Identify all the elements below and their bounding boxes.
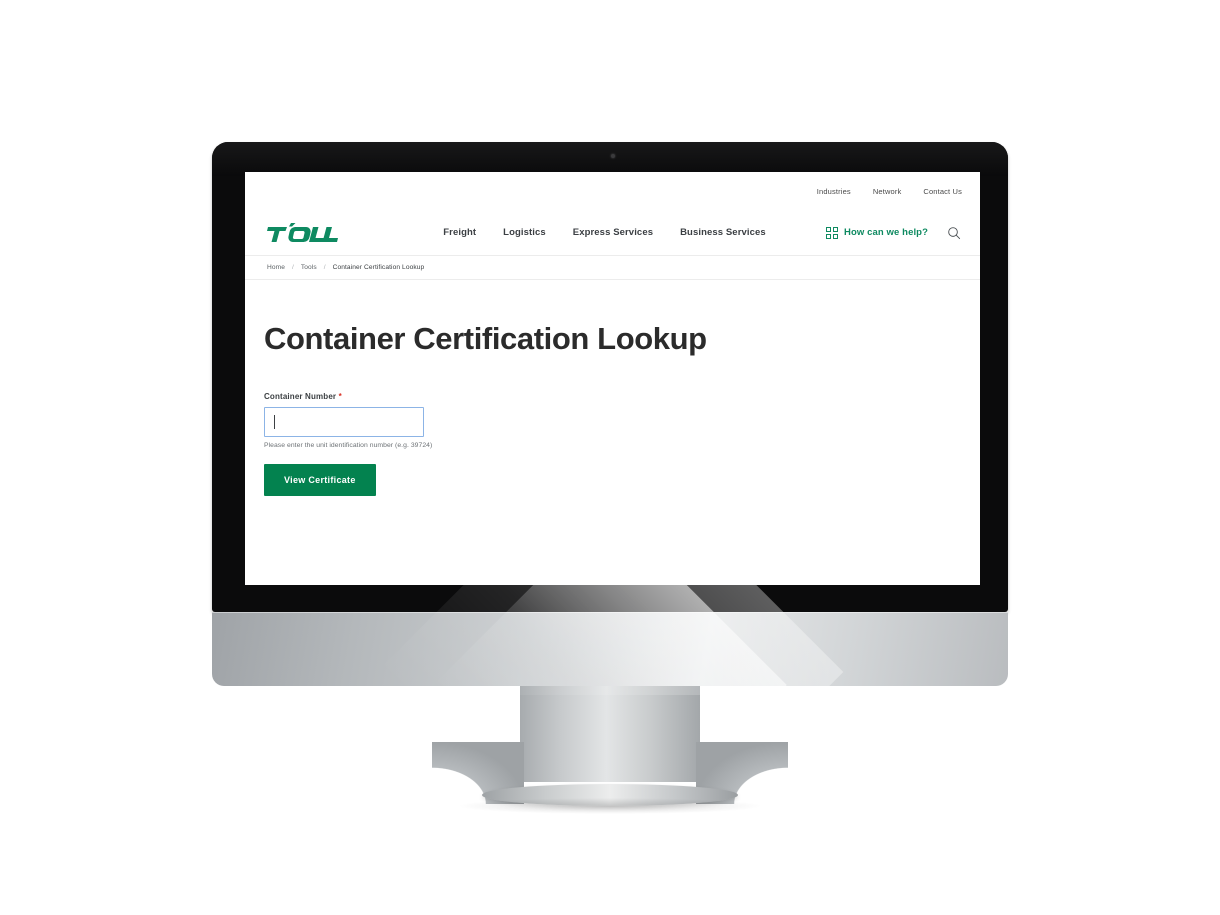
breadcrumb-item-current: Container Certification Lookup bbox=[332, 264, 425, 271]
breadcrumb: Home / Tools / Container Certification L… bbox=[245, 256, 980, 280]
container-number-input-wrap bbox=[264, 407, 424, 438]
page-title: Container Certification Lookup bbox=[264, 321, 707, 356]
container-number-help-text: Please enter the unit identification num… bbox=[264, 442, 433, 450]
monitor-chin bbox=[212, 612, 1008, 686]
primary-nav: Freight Logistics Express Services Busin… bbox=[383, 227, 826, 238]
container-number-field-group: Container Number * Please enter the unit… bbox=[264, 392, 433, 497]
monitor-base-shadow bbox=[460, 798, 760, 814]
nav-link-freight[interactable]: Freight bbox=[443, 227, 476, 238]
nav-link-express-services[interactable]: Express Services bbox=[573, 227, 653, 238]
nav-link-business-services[interactable]: Business Services bbox=[680, 227, 766, 238]
how-can-we-help-button[interactable]: How can we help? bbox=[826, 226, 928, 239]
utility-nav: Industries Network Contact Us bbox=[817, 187, 962, 196]
search-icon[interactable] bbox=[946, 225, 962, 241]
breadcrumb-separator: / bbox=[323, 264, 326, 271]
how-can-we-help-label: How can we help? bbox=[844, 227, 928, 238]
main-content: Container Certification Lookup Container… bbox=[245, 280, 980, 497]
breadcrumb-item-home[interactable]: Home bbox=[267, 264, 285, 271]
monitor-stand-neck bbox=[520, 686, 700, 782]
required-marker: * bbox=[338, 392, 342, 402]
nav-link-logistics[interactable]: Logistics bbox=[503, 227, 546, 238]
breadcrumb-separator: / bbox=[292, 264, 294, 271]
toll-logo[interactable] bbox=[267, 222, 345, 243]
header-actions: How can we help? bbox=[826, 225, 962, 241]
utility-link-contact-us[interactable]: Contact Us bbox=[923, 187, 962, 196]
utility-link-industries[interactable]: Industries bbox=[817, 187, 851, 196]
view-certificate-button[interactable]: View Certificate bbox=[264, 464, 376, 497]
utility-link-network[interactable]: Network bbox=[873, 187, 902, 196]
text-cursor bbox=[274, 415, 275, 430]
container-number-input[interactable] bbox=[264, 407, 424, 438]
container-number-label: Container Number * bbox=[264, 392, 424, 401]
container-number-label-text: Container Number bbox=[264, 392, 337, 402]
monitor-screen: Industries Network Contact Us Freight Lo… bbox=[245, 172, 980, 585]
webcam-dot-icon bbox=[611, 154, 615, 158]
breadcrumb-item-tools[interactable]: Tools bbox=[301, 264, 317, 271]
desktop-monitor-mockup: Industries Network Contact Us Freight Lo… bbox=[0, 0, 1220, 915]
site-header: Freight Logistics Express Services Busin… bbox=[245, 210, 980, 256]
grid-2x2-icon bbox=[826, 226, 839, 239]
utility-bar: Industries Network Contact Us bbox=[245, 172, 980, 210]
web-page: Industries Network Contact Us Freight Lo… bbox=[245, 172, 980, 585]
